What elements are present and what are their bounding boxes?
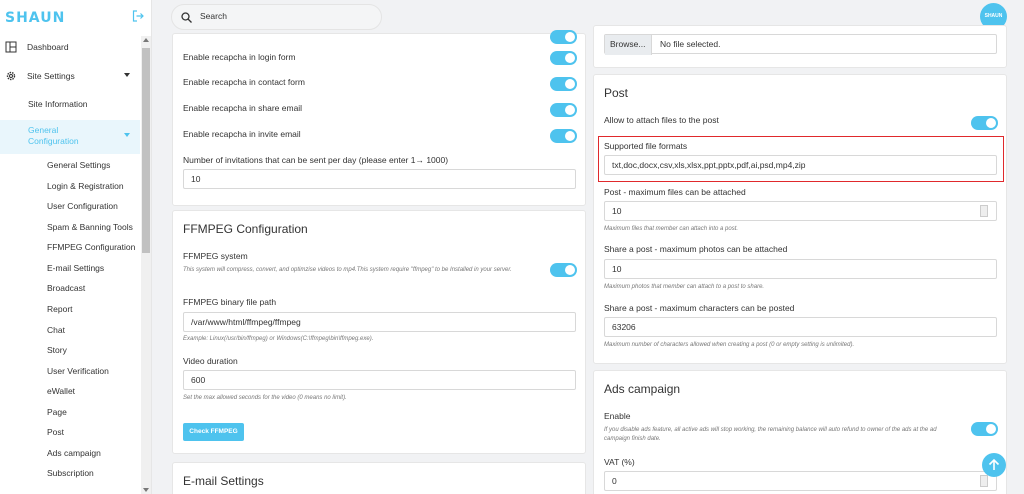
ffmpeg-system-hint: This system will compress, convert, and … — [183, 267, 512, 273]
scroll-top-button[interactable] — [982, 453, 1006, 477]
search-icon — [181, 12, 192, 23]
app-logo[interactable]: SHAUN — [5, 10, 65, 26]
share-photos-label: Share a post - maximum photos can be att… — [604, 244, 788, 254]
share-photos-hint: Maximum photos that member can attach to… — [604, 284, 765, 290]
gear-icon — [6, 71, 16, 81]
search-input[interactable] — [200, 11, 360, 21]
max-files-hint: Maximum files that member can attach int… — [604, 226, 739, 232]
browse-button[interactable]: Browse... — [605, 35, 652, 55]
sidebar-subitem-chat[interactable]: Chat — [47, 325, 65, 335]
dashboard-icon — [5, 41, 17, 53]
video-duration-hint: Set the max allowed seconds for the vide… — [183, 395, 347, 401]
max-files-label: Post - maximum files can be attached — [604, 187, 746, 197]
share-photos-input[interactable]: 10 — [604, 259, 997, 279]
ffmpeg-title: FFMPEG Configuration — [183, 222, 308, 236]
sidebar-subitem-spam-banning[interactable]: Spam & Banning Tools — [47, 222, 133, 232]
sidebar-subitem-page[interactable]: Page — [47, 407, 67, 417]
vat-label: VAT (%) — [604, 457, 635, 467]
video-duration-label: Video duration — [183, 356, 238, 366]
ads-enable-toggle[interactable] — [971, 422, 998, 436]
sidebar-subitem-story[interactable]: Story — [47, 345, 67, 355]
max-files-input[interactable]: 10 — [604, 201, 997, 221]
sidebar-item-site-information[interactable]: Site Information — [0, 93, 140, 115]
ffmpeg-path-input[interactable]: /var/www/html/ffmpeg/ffmpeg — [183, 312, 576, 332]
sidebar-subitem-ads-campaign[interactable]: Ads campaign — [47, 448, 101, 458]
sidebar-subitem-general-settings[interactable]: General Settings — [47, 160, 110, 170]
recaptcha-invite-toggle[interactable] — [550, 129, 577, 143]
attach-files-toggle[interactable] — [971, 116, 998, 130]
chevron-down-icon — [124, 73, 130, 77]
sidebar-item-label: Site Information — [28, 99, 88, 109]
sidebar-item-label: General Configuration — [28, 125, 79, 146]
recaptcha-share-toggle[interactable] — [550, 103, 577, 117]
ffmpeg-system-toggle[interactable] — [550, 263, 577, 277]
post-title: Post — [604, 86, 629, 100]
sidebar-subitem-subscription[interactable]: Subscription — [47, 468, 94, 478]
ads-enable-hint: If you disable ads feature, all active a… — [604, 427, 937, 442]
file-status: No file selected. — [660, 39, 721, 49]
vat-value: 0 — [612, 476, 617, 486]
sidebar-scrollbar[interactable] — [141, 36, 151, 494]
recaptcha-contact-label: Enable recapcha in contact form — [183, 77, 305, 87]
sidebar-subitem-report[interactable]: Report — [47, 304, 73, 314]
search-bar[interactable] — [171, 4, 382, 30]
sidebar: SHAUN Dashboard Site Settings Site Infor… — [0, 0, 152, 494]
logout-icon[interactable] — [132, 10, 144, 22]
file-input[interactable]: Browse... No file selected. — [604, 34, 997, 55]
recaptcha-login-label: Enable recapcha in login form — [183, 52, 296, 62]
invitations-input[interactable]: 10 — [183, 169, 576, 189]
sidebar-subitem-email-settings[interactable]: E-mail Settings — [47, 263, 104, 273]
recaptcha-share-label: Enable recapcha in share email — [183, 103, 303, 113]
recaptcha-invite-label: Enable recapcha in invite email — [183, 129, 301, 139]
ads-campaign-card: Ads campaign Enable If you disable ads f… — [593, 370, 1007, 494]
share-chars-hint: Maximum number of characters allowed whe… — [604, 342, 855, 348]
video-duration-input[interactable]: 600 — [183, 370, 576, 390]
invitations-label: Number of invitations that can be sent p… — [183, 155, 449, 165]
share-chars-label: Share a post - maximum characters can be… — [604, 303, 795, 313]
formats-label: Supported file formats — [604, 141, 688, 151]
ffmpeg-path-hint: Example: Linux(/usr/bin/ffmpeg) or Windo… — [183, 336, 374, 342]
recaptcha-card: Enable recapcha in login form Enable rec… — [172, 30, 586, 206]
ads-enable-label: Enable — [604, 411, 631, 421]
sidebar-subitem-ffmpeg[interactable]: FFMPEG Configuration — [47, 242, 135, 252]
sidebar-subitem-post[interactable]: Post — [47, 427, 64, 437]
scroll-down-icon[interactable] — [143, 488, 149, 492]
attach-files-label: Allow to attach files to the post — [604, 115, 719, 125]
sidebar-item-dashboard[interactable]: Dashboard — [0, 36, 140, 58]
scroll-thumb[interactable] — [142, 48, 150, 253]
share-chars-input[interactable]: 63206 — [604, 317, 997, 337]
max-files-value: 10 — [612, 206, 622, 216]
sidebar-subitem-ewallet[interactable]: eWallet — [47, 386, 75, 396]
email-settings-card: E-mail Settings — [172, 462, 586, 494]
sidebar-subitem-user-configuration[interactable]: User Configuration — [47, 201, 118, 211]
upload-card: Browse... No file selected. — [593, 25, 1007, 68]
ads-campaign-title: Ads campaign — [604, 382, 681, 396]
ffmpeg-system-label: FFMPEG system — [183, 251, 248, 261]
email-settings-title: E-mail Settings — [183, 474, 264, 488]
scroll-up-icon[interactable] — [143, 38, 149, 42]
chevron-down-icon — [124, 133, 130, 137]
sidebar-item-label: Dashboard — [27, 42, 69, 52]
recaptcha-toggle-top[interactable] — [550, 30, 577, 44]
formats-input[interactable]: txt,doc,docx,csv,xls,xlsx,ppt,pptx,pdf,a… — [604, 155, 997, 175]
sidebar-subitem-broadcast[interactable]: Broadcast — [47, 283, 85, 293]
sidebar-item-general-configuration[interactable]: General Configuration — [0, 120, 140, 154]
sidebar-item-label: Site Settings — [27, 71, 75, 81]
number-stepper[interactable] — [980, 205, 988, 217]
ffmpeg-card: FFMPEG Configuration FFMPEG system This … — [172, 210, 586, 454]
sidebar-item-site-settings[interactable]: Site Settings — [0, 65, 140, 87]
check-ffmpeg-button[interactable]: Check FFMPEG — [183, 423, 244, 441]
recaptcha-contact-toggle[interactable] — [550, 77, 577, 91]
sidebar-subitem-login-registration[interactable]: Login & Registration — [47, 181, 124, 191]
post-card: Post Allow to attach files to the post S… — [593, 74, 1007, 364]
sidebar-subitem-user-verification[interactable]: User Verification — [47, 366, 109, 376]
vat-input[interactable]: 0 — [604, 471, 997, 491]
arrow-up-icon — [988, 458, 1000, 470]
ffmpeg-path-label: FFMPEG binary file path — [183, 297, 277, 307]
recaptcha-login-toggle[interactable] — [550, 51, 577, 65]
